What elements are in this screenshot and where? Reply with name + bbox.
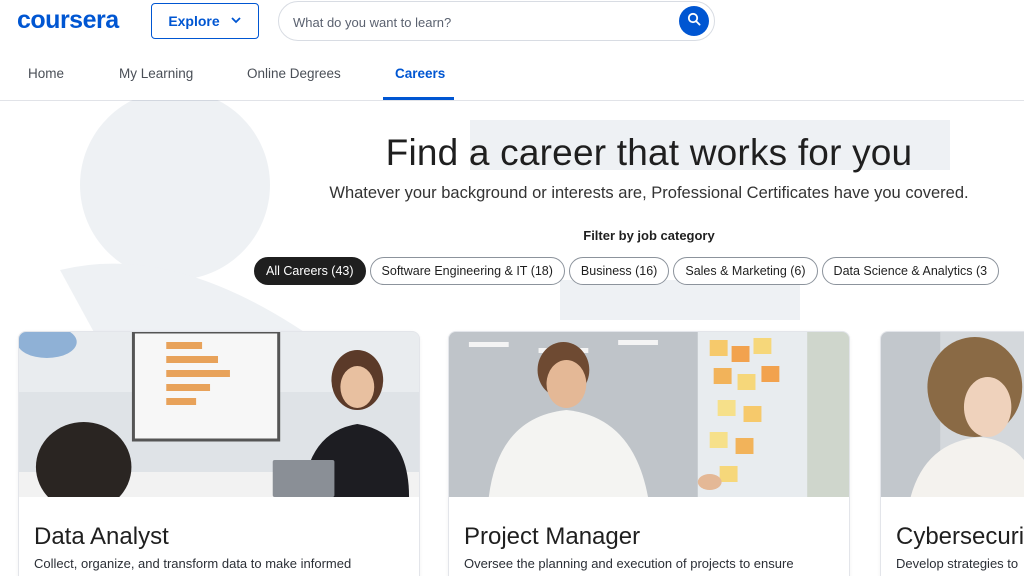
coursera-logo[interactable]: coursera bbox=[17, 6, 119, 35]
chevron-down-icon bbox=[230, 13, 242, 29]
search-input[interactable] bbox=[293, 11, 673, 33]
card-description: Collect, organize, and transform data to… bbox=[34, 556, 352, 571]
search-button[interactable] bbox=[679, 6, 709, 36]
card-description: Develop strategies to bbox=[896, 556, 1019, 571]
search-bar bbox=[278, 1, 715, 41]
filter-label: Filter by job category bbox=[583, 228, 715, 243]
nav-careers[interactable]: Careers bbox=[395, 66, 445, 81]
chip-software-engineering[interactable]: Software Engineering & IT (18) bbox=[369, 257, 565, 285]
category-filter-chips: All Careers (43) Software Engineering & … bbox=[254, 257, 1000, 285]
explore-label: Explore bbox=[168, 13, 220, 29]
nav-online-degrees[interactable]: Online Degrees bbox=[247, 66, 341, 81]
card-title: Project Manager bbox=[464, 523, 641, 550]
explore-button[interactable]: Explore bbox=[151, 3, 259, 39]
top-bar: coursera Explore bbox=[0, 0, 1024, 44]
chip-data-science[interactable]: Data Science & Analytics (3 bbox=[821, 257, 1000, 285]
nav-my-learning[interactable]: My Learning bbox=[119, 66, 193, 81]
chip-sales-marketing[interactable]: Sales & Marketing (6) bbox=[673, 257, 818, 285]
nav-home[interactable]: Home bbox=[28, 66, 64, 81]
main-nav: Home My Learning Online Degrees Careers bbox=[0, 52, 1024, 101]
card-image bbox=[19, 332, 419, 497]
chip-all-careers[interactable]: All Careers (43) bbox=[254, 257, 366, 285]
card-title: Cybersecuri bbox=[896, 523, 1024, 550]
card-image bbox=[881, 332, 1024, 497]
chip-business[interactable]: Business (16) bbox=[568, 257, 670, 285]
card-title: Data Analyst bbox=[34, 523, 169, 550]
card-image bbox=[449, 332, 849, 497]
active-tab-indicator bbox=[383, 97, 454, 100]
career-card-data-analyst[interactable]: Data Analyst Collect, organize, and tran… bbox=[18, 331, 420, 576]
career-card-cybersecurity[interactable]: Cybersecuri Develop strategies to bbox=[880, 331, 1024, 576]
page-title: Find a career that works for you bbox=[385, 132, 913, 173]
career-card-project-manager[interactable]: Project Manager Oversee the planning and… bbox=[448, 331, 850, 576]
page-subtitle: Whatever your background or interests ar… bbox=[329, 184, 969, 202]
card-description: Oversee the planning and execution of pr… bbox=[464, 556, 794, 571]
search-icon bbox=[687, 12, 701, 31]
